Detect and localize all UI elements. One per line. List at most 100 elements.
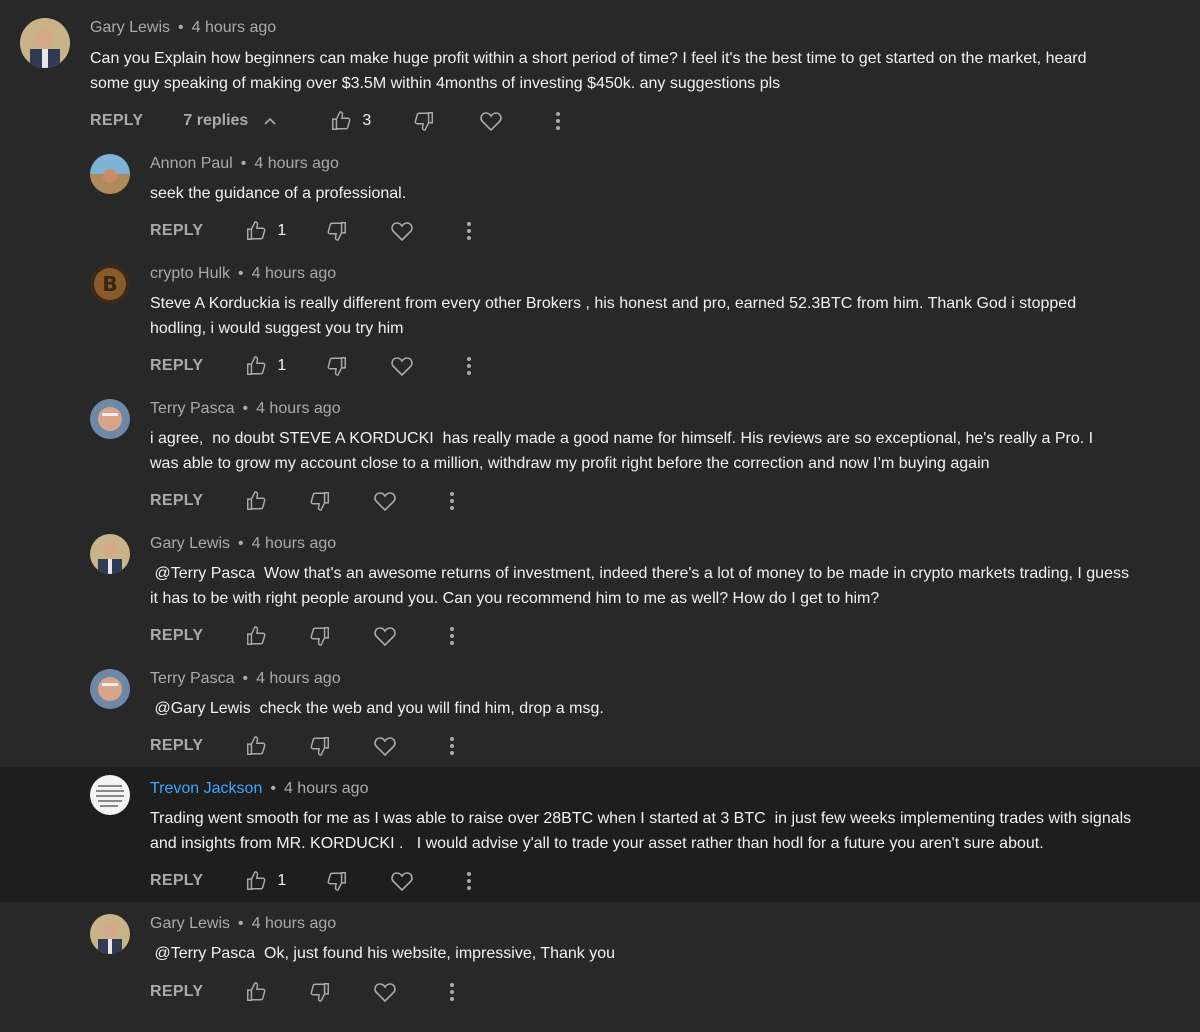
comment-actions: REPLY [150,731,455,761]
heart-icon[interactable] [390,870,414,892]
avatar[interactable] [90,534,130,574]
timestamp[interactable]: 4 hours ago [254,155,339,172]
reply-comment: B crypto Hulk • 4 hours ago Steve A Korduc… [0,256,1200,391]
more-options-icon[interactable] [449,982,455,1002]
like-count: 1 [277,357,287,374]
thumbs-up-icon[interactable] [245,870,267,892]
author-name[interactable]: Gary Lewis [90,19,170,36]
thumbs-down-icon[interactable] [413,110,435,132]
heart-icon[interactable] [373,625,397,647]
separator-dot: • [238,265,244,282]
comment-header: Gary Lewis • 4 hours ago [90,19,276,37]
avatar[interactable] [90,775,130,815]
thumbs-down-icon[interactable] [309,735,331,757]
timestamp[interactable]: 4 hours ago [256,400,341,417]
heart-icon[interactable] [479,110,503,132]
comment-text: i agree, no doubt STEVE A KORDUCKI has r… [150,430,1098,472]
comment-header: Annon Paul • 4 hours ago [150,155,339,173]
author-name[interactable]: Trevon Jackson [150,780,262,797]
avatar[interactable] [90,154,130,194]
thumbs-up-icon[interactable] [330,110,352,132]
timestamp[interactable]: 4 hours ago [192,19,277,36]
svg-text:B: B [102,272,117,296]
reply-button[interactable]: REPLY [150,492,203,510]
timestamp[interactable]: 4 hours ago [256,670,341,687]
author-name[interactable]: Gary Lewis [150,915,230,932]
comment-text: seek the guidance of a professional. [150,185,407,202]
avatar[interactable]: B [90,264,130,304]
comment-header: crypto Hulk • 4 hours ago [150,265,336,283]
heart-icon[interactable] [373,981,397,1003]
heart-icon[interactable] [373,735,397,757]
author-name[interactable]: Gary Lewis [150,535,230,552]
comment-text: Trading went smooth for me as I was able… [150,810,1136,852]
top-comment: Gary Lewis • 4 hours ago Can you Explain h… [0,0,1200,150]
comment-text: @Gary Lewis check the web and you will f… [150,700,604,717]
thumbs-up-icon[interactable] [245,981,267,1003]
timestamp[interactable]: 4 hours ago [284,780,369,797]
more-options-icon[interactable] [449,626,455,646]
thumbs-up-icon[interactable] [245,490,267,512]
thumbs-down-icon[interactable] [309,490,331,512]
comment-text: Can you Explain how beginners can make h… [90,50,1091,92]
comment-header: Terry Pasca • 4 hours ago [150,670,341,688]
heart-icon[interactable] [373,490,397,512]
reply-button[interactable]: REPLY [90,112,143,130]
avatar[interactable] [90,399,130,439]
like-count: 3 [362,112,372,129]
separator-dot: • [240,155,247,172]
avatar[interactable] [20,18,70,68]
thumbs-down-icon[interactable] [326,355,348,377]
reply-button[interactable]: REPLY [150,627,203,645]
thumbs-up-icon[interactable] [245,355,267,377]
chevron-up-icon [262,113,278,129]
thumbs-down-icon[interactable] [309,625,331,647]
thumbs-up-icon[interactable] [245,625,267,647]
reply-button[interactable]: REPLY [150,222,203,240]
comment-actions: REPLY 7 replies 3 [90,106,561,136]
comment-actions: REPLY [150,977,455,1007]
like-count: 1 [277,222,287,239]
comment-header: Terry Pasca • 4 hours ago [150,400,341,418]
separator-dot: • [178,19,184,36]
reply-comment: Terry Pasca • 4 hours ago i agree, no doub… [0,391,1200,526]
comment-header: Gary Lewis • 4 hours ago [150,535,336,553]
author-name[interactable]: Terry Pasca [150,400,234,417]
more-options-icon[interactable] [466,356,472,376]
more-options-icon[interactable] [449,736,455,756]
thumbs-down-icon[interactable] [326,870,348,892]
more-options-icon[interactable] [449,491,455,511]
avatar[interactable] [90,669,130,709]
thumbs-down-icon[interactable] [326,220,348,242]
thumbs-up-icon[interactable] [245,220,267,242]
thumbs-up-icon[interactable] [245,735,267,757]
timestamp[interactable]: 4 hours ago [252,265,337,282]
replies-count: 7 replies [183,112,249,129]
reply-comment: Annon Paul • 4 hours ago seek the guidance… [0,146,1200,256]
reply-button[interactable]: REPLY [150,357,203,375]
author-name[interactable]: Terry Pasca [150,670,234,687]
reply-button[interactable]: REPLY [150,872,203,890]
heart-icon[interactable] [390,355,414,377]
more-options-icon[interactable] [555,111,561,131]
like-count: 1 [277,872,287,889]
more-options-icon[interactable] [466,871,472,891]
reply-button[interactable]: REPLY [150,983,203,1001]
comment-text: @Terry Pasca Ok, just found his website,… [150,945,616,962]
reply-button[interactable]: REPLY [150,737,203,755]
comment-header: Gary Lewis • 4 hours ago [150,915,336,933]
more-options-icon[interactable] [466,221,472,241]
avatar[interactable] [90,914,130,954]
comment-text: @Terry Pasca Wow that's an awesome retur… [150,565,1134,607]
heart-icon[interactable] [390,220,414,242]
reply-comment-highlighted: Trevon Jackson • 4 hours ago Trading went … [0,767,1200,902]
reply-comment: Gary Lewis • 4 hours ago @Terry Pasca Ok, … [0,906,1200,1026]
timestamp[interactable]: 4 hours ago [252,915,337,932]
comment-actions: REPLY 1 [150,866,472,896]
author-name[interactable]: crypto Hulk [150,265,230,282]
toggle-replies-button[interactable]: 7 replies [183,112,278,130]
comment-actions: REPLY 1 [150,351,472,381]
author-name[interactable]: Annon Paul [150,155,233,172]
thumbs-down-icon[interactable] [309,981,331,1003]
timestamp[interactable]: 4 hours ago [252,535,337,552]
